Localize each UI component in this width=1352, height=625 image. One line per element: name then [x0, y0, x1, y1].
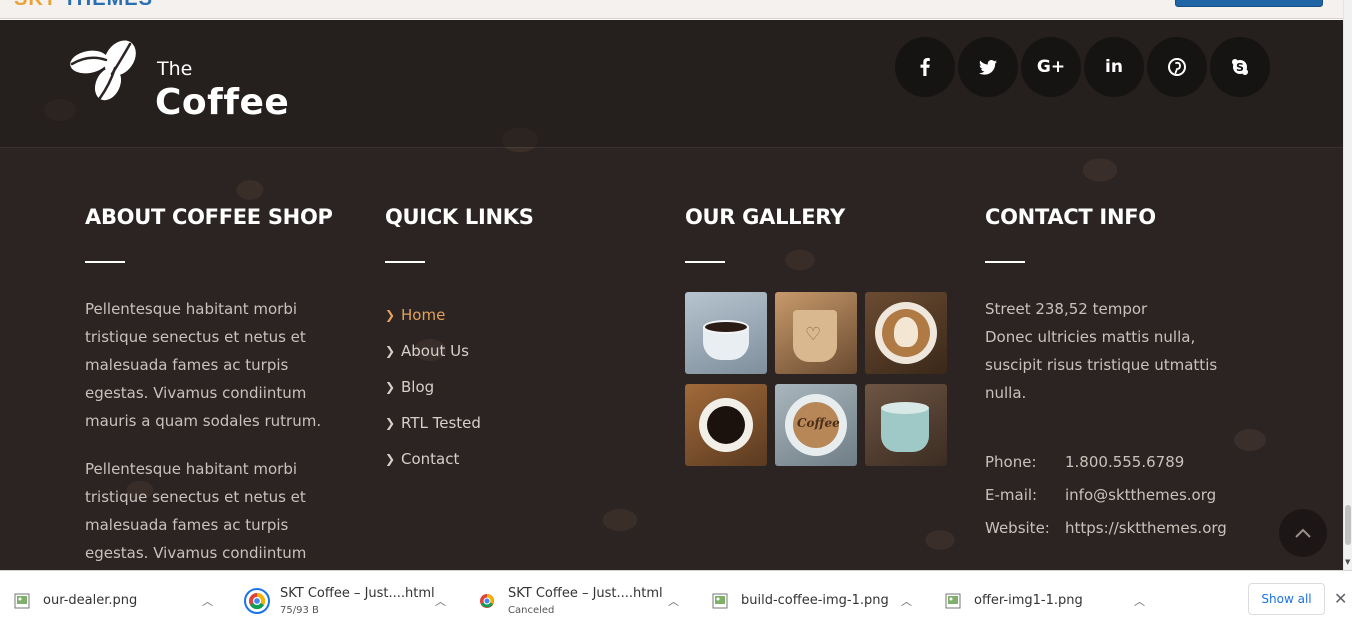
quick-links-heading: QUICK LINKS — [385, 205, 534, 229]
logo-text-coffee: Coffee — [155, 82, 290, 123]
website-row: Website: https://sktthemes.org — [985, 511, 1245, 544]
gallery-image[interactable]: Coffee — [775, 384, 857, 466]
pinterest-button[interactable] — [1147, 37, 1207, 97]
download-status: 75/93 B — [280, 604, 319, 616]
chrome-progress-icon — [244, 587, 270, 614]
download-filename: our-dealer.png — [43, 593, 138, 608]
address-line-1: Street 238,52 tempor — [985, 300, 1148, 318]
phone-label: Phone: — [985, 452, 1037, 471]
chevron-right-icon: ❯ — [385, 344, 396, 358]
about-column: ABOUT COFFEE SHOP Pellentesque habitant … — [85, 205, 350, 570]
contact-column: CONTACT INFO Street 238,52 tempor Donec … — [985, 205, 1245, 544]
quick-links-column: QUICK LINKS ❯ Home ❯ About Us ❯ Blog ❯ RTL T… — [385, 205, 534, 477]
linkedin-button[interactable]: in — [1084, 37, 1144, 97]
twitter-button[interactable] — [958, 37, 1018, 97]
logo-text-the: The — [157, 58, 193, 80]
facebook-button[interactable] — [895, 37, 955, 97]
header-button[interactable] — [1175, 0, 1323, 7]
show-all-downloads-button[interactable]: Show all — [1248, 583, 1325, 615]
scroll-down-arrow-icon[interactable]: ▼ — [1345, 558, 1350, 566]
chrome-icon — [480, 593, 494, 608]
contact-heading: CONTACT INFO — [985, 205, 1156, 229]
chevron-up-icon — [1295, 528, 1311, 538]
back-to-top-button[interactable] — [1279, 509, 1327, 557]
download-item[interactable]: SKT Coffee – Just....html 75/93 B ︿ — [232, 579, 464, 622]
gallery-image[interactable] — [685, 384, 767, 466]
facebook-icon — [920, 58, 930, 76]
quick-link-about-us[interactable]: ❯ About Us — [385, 333, 534, 369]
svg-text:S: S — [1236, 61, 1244, 74]
page-scrollbar[interactable]: ▼ — [1343, 0, 1352, 570]
quick-link-rtl-tested[interactable]: ❯ RTL Tested — [385, 405, 534, 441]
address-line-2: Donec ultricies mattis nulla, suscipit r… — [985, 328, 1218, 402]
close-icon[interactable]: ✕ — [1334, 589, 1347, 608]
quick-link-home[interactable]: ❯ Home — [385, 297, 534, 333]
download-item[interactable]: build-coffee-img-1.png ︿ — [698, 579, 930, 622]
gallery-heading-rule — [685, 261, 725, 263]
coffee-beans-icon — [70, 40, 136, 101]
skype-button[interactable]: S — [1210, 37, 1270, 97]
site-brand[interactable]: SKT THEMES — [14, 0, 153, 11]
email-row: E-mail: info@sktthemes.org — [985, 478, 1245, 511]
chevron-up-icon[interactable]: ︿ — [901, 593, 912, 609]
chevron-up-icon[interactable]: ︿ — [202, 593, 213, 609]
gallery-column: OUR GALLERY ♡ Coffee — [685, 205, 947, 466]
quick-link-contact[interactable]: ❯ Contact — [385, 441, 534, 477]
chevron-right-icon: ❯ — [385, 416, 396, 430]
chevron-right-icon: ❯ — [385, 308, 396, 322]
chevron-right-icon: ❯ — [385, 380, 396, 394]
email-label: E-mail: — [985, 485, 1038, 504]
twitter-icon — [979, 59, 997, 75]
chevron-up-icon[interactable]: ︿ — [435, 593, 446, 609]
top-header-strip: SKT THEMES — [0, 0, 1343, 19]
gallery-image[interactable]: ♡ — [775, 292, 857, 374]
gallery-heading: OUR GALLERY — [685, 205, 845, 229]
chevron-up-icon[interactable]: ︿ — [1134, 593, 1145, 609]
gallery-image[interactable] — [685, 292, 767, 374]
download-filename: offer-img1-1.png — [974, 593, 1083, 608]
download-filename: SKT Coffee – Just....html — [280, 585, 435, 601]
image-file-icon — [945, 593, 961, 608]
contact-heading-rule — [985, 261, 1025, 263]
quick-links-list: ❯ Home ❯ About Us ❯ Blog ❯ RTL Tested ❯ Conta… — [385, 297, 534, 477]
google-plus-icon: G+ — [1036, 57, 1066, 77]
download-filename: build-coffee-img-1.png — [741, 593, 889, 608]
site-footer: The Coffee G+ in S ABOUT COFFEE SHOP Pel… — [0, 20, 1343, 570]
about-heading-rule — [85, 261, 125, 263]
footer-logo[interactable]: The Coffee — [70, 40, 300, 123]
phone-value[interactable]: 1.800.555.6789 — [1065, 453, 1184, 471]
download-item[interactable]: our-dealer.png ︿ — [0, 579, 231, 622]
phone-row: Phone: 1.800.555.6789 — [985, 445, 1245, 478]
gallery-image[interactable] — [865, 292, 947, 374]
contact-details: Phone: 1.800.555.6789 E-mail: info@sktthem… — [985, 445, 1245, 544]
download-item[interactable]: offer-img1-1.png ︿ — [931, 579, 1163, 622]
website-value[interactable]: https://sktthemes.org — [1065, 519, 1227, 537]
email-value[interactable]: info@sktthemes.org — [1065, 486, 1216, 504]
about-paragraph-1: Pellentesque habitant morbi tristique se… — [85, 300, 322, 430]
download-item[interactable]: SKT Coffee – Just....html Canceled ︿ — [465, 579, 697, 622]
contact-address: Street 238,52 tempor Donec ultricies mat… — [985, 295, 1245, 407]
about-paragraph-2: Pellentesque habitant morbi tristique se… — [85, 460, 307, 562]
footer-divider — [0, 147, 1343, 148]
download-bar: our-dealer.png ︿ SKT Coffee – Just....ht… — [0, 570, 1352, 625]
quick-link-blog[interactable]: ❯ Blog — [385, 369, 534, 405]
about-heading: ABOUT COFFEE SHOP — [85, 205, 333, 229]
skype-icon: S — [1232, 59, 1248, 75]
pinterest-icon — [1168, 58, 1186, 76]
chevron-right-icon: ❯ — [385, 452, 396, 466]
website-label: Website: — [985, 518, 1050, 537]
image-file-icon — [14, 593, 30, 608]
download-status: Canceled — [508, 604, 555, 616]
gallery-grid: ♡ Coffee — [685, 292, 947, 466]
quick-links-heading-rule — [385, 261, 425, 263]
download-filename: SKT Coffee – Just....html — [508, 585, 663, 601]
linkedin-icon: in — [1105, 57, 1123, 77]
image-file-icon — [712, 593, 728, 608]
google-plus-button[interactable]: G+ — [1021, 37, 1081, 97]
gallery-image[interactable] — [865, 384, 947, 466]
scrollbar-thumb[interactable] — [1345, 505, 1351, 545]
chevron-up-icon[interactable]: ︿ — [668, 593, 679, 609]
